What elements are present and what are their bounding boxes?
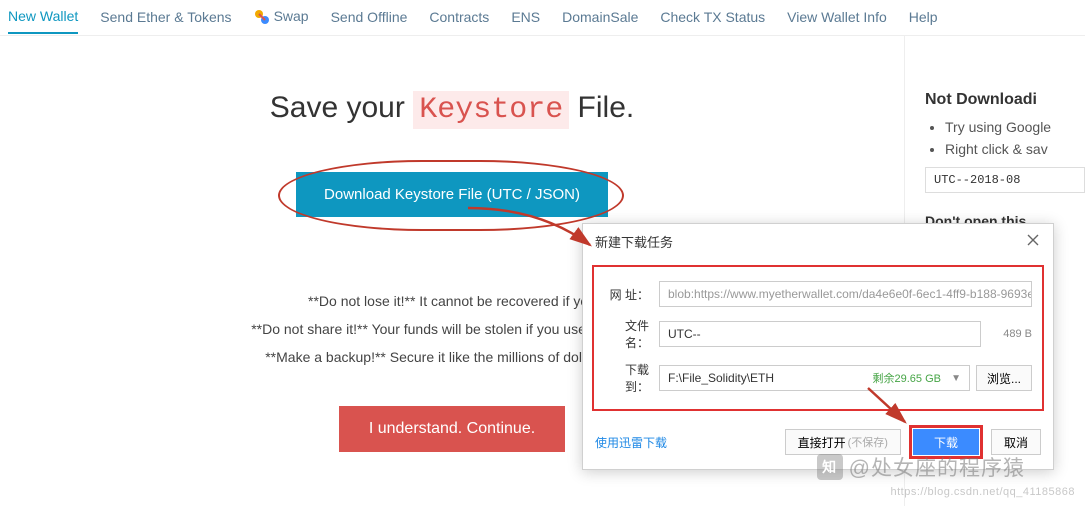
swap-icon (254, 9, 270, 25)
watermark: 知 @处女座的程序猿 (817, 452, 1025, 482)
heading-pre: Save your (270, 91, 413, 124)
nav-swap[interactable]: Swap (254, 8, 309, 33)
nav-check-tx[interactable]: Check TX Status (660, 9, 765, 33)
watermark-text: @处女座的程序猿 (849, 452, 1025, 482)
dialog-body: 网 址： blob:https://www.myetherwallet.com/… (592, 265, 1044, 411)
dialog-titlebar: 新建下载任务 (583, 224, 1053, 259)
page-heading: Save your Keystore File. (0, 91, 904, 127)
heading-keyword: Keystore (413, 91, 569, 129)
nav-swap-label: Swap (274, 8, 309, 24)
nav-send-offline[interactable]: Send Offline (331, 9, 408, 33)
dialog-open-label: 直接打开 (798, 434, 846, 451)
chevron-down-icon: ▼ (951, 373, 961, 384)
dialog-path-dropdown[interactable]: F:\File_Solidity\ETH 剩余29.65 GB ▼ (659, 365, 970, 391)
dialog-filename-input[interactable]: UTC-- (659, 321, 981, 347)
nav-help[interactable]: Help (909, 9, 938, 33)
footer-source-url: https://blog.csdn.net/qq_41185868 (891, 486, 1076, 498)
dialog-filesize: 489 B (987, 328, 1032, 340)
dialog-space-remaining: 剩余29.65 GB (873, 370, 941, 386)
nav-contracts[interactable]: Contracts (429, 9, 489, 33)
continue-button[interactable]: I understand. Continue. (339, 406, 565, 452)
download-dialog: 新建下载任务 网 址： blob:https://www.myetherwall… (582, 223, 1054, 470)
heading-post: File. (569, 91, 634, 124)
nav-new-wallet[interactable]: New Wallet (8, 8, 78, 34)
sidebar-heading-not-downloading: Not Downloadi (925, 91, 1085, 109)
zhihu-icon: 知 (817, 454, 843, 480)
download-keystore-button[interactable]: Download Keystore File (UTC / JSON) (296, 172, 608, 217)
dialog-browse-button[interactable]: 浏览... (976, 365, 1032, 391)
nav-ens[interactable]: ENS (511, 9, 540, 33)
dialog-path-value: F:\File_Solidity\ETH (668, 371, 774, 385)
sidebar-filename-box: UTC--2018-08 (925, 167, 1085, 193)
dialog-open-suffix: (不保存) (848, 434, 888, 450)
dialog-url-input[interactable]: blob:https://www.myetherwallet.com/da4e6… (659, 281, 1032, 307)
xunlei-download-link[interactable]: 使用迅雷下载 (595, 434, 667, 451)
top-nav: New Wallet Send Ether & Tokens Swap Send… (0, 0, 1085, 36)
dialog-filename-label: 文件名： (604, 317, 659, 351)
dialog-path-label: 下载到： (604, 361, 659, 395)
sidebar-tip-chrome: Try using Google (945, 119, 1085, 135)
close-icon (1027, 234, 1039, 246)
dialog-close-button[interactable] (1025, 233, 1041, 251)
dialog-title-text: 新建下载任务 (595, 232, 673, 251)
nav-send-ether[interactable]: Send Ether & Tokens (100, 9, 231, 33)
nav-domainsale[interactable]: DomainSale (562, 9, 638, 33)
sidebar-tip-rightclick: Right click & sav (945, 141, 1085, 157)
nav-view-wallet[interactable]: View Wallet Info (787, 9, 887, 33)
dialog-url-label: 网 址： (604, 286, 659, 303)
